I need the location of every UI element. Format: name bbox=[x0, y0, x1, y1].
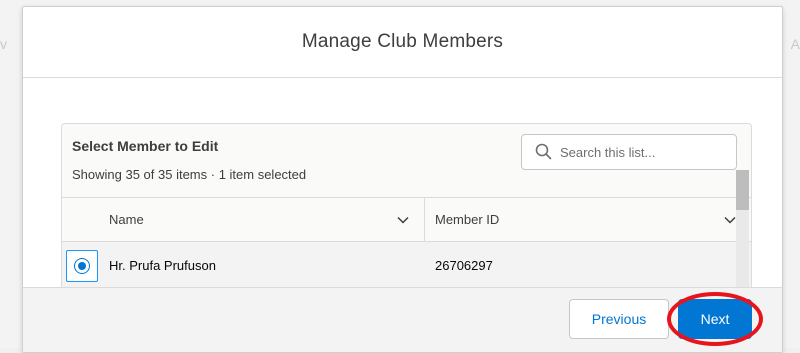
row-select-cell bbox=[62, 242, 100, 288]
members-table: Name Member ID Hr. Prufa Prufuson 267062… bbox=[62, 197, 751, 288]
background-edge-right: A bbox=[790, 36, 800, 52]
column-header-label: Member ID bbox=[435, 212, 500, 227]
column-header-member-id[interactable]: Member ID bbox=[425, 198, 751, 241]
chevron-down-icon[interactable] bbox=[396, 213, 410, 227]
search-icon bbox=[535, 143, 552, 160]
next-button[interactable]: Next bbox=[678, 299, 752, 339]
table-header: Name Member ID bbox=[62, 197, 751, 242]
background-edge-left: v bbox=[0, 36, 7, 52]
member-id-cell: 26706297 bbox=[435, 258, 493, 273]
select-column-header bbox=[62, 198, 100, 241]
modal-title: Manage Club Members bbox=[301, 31, 504, 52]
scrollbar-thumb[interactable] bbox=[736, 170, 749, 210]
search-input[interactable] bbox=[560, 144, 736, 160]
previous-button[interactable]: Previous bbox=[569, 299, 669, 339]
radio-selected-dot bbox=[78, 261, 86, 270]
member-name-cell: Hr. Prufa Prufuson bbox=[109, 258, 216, 273]
member-list-card: Select Member to Edit Showing 35 of 35 i… bbox=[61, 123, 752, 288]
list-status-text: Showing 35 of 35 items · 1 item selected bbox=[72, 167, 307, 182]
row-radio-button[interactable] bbox=[74, 257, 90, 274]
manage-members-modal: Manage Club Members Select Member to Edi… bbox=[22, 6, 783, 353]
row-radio-focus[interactable] bbox=[66, 249, 98, 282]
chevron-down-icon[interactable] bbox=[723, 213, 737, 227]
search-box[interactable] bbox=[521, 134, 737, 170]
table-scrollbar[interactable] bbox=[736, 170, 749, 288]
table-row[interactable]: Hr. Prufa Prufuson 26706297 bbox=[62, 242, 751, 288]
modal-body: Select Member to Edit Showing 35 of 35 i… bbox=[23, 78, 782, 288]
card-title: Select Member to Edit bbox=[72, 138, 219, 154]
modal-footer: Previous Next bbox=[23, 287, 782, 352]
modal-header: Manage Club Members bbox=[23, 7, 782, 78]
column-header-name[interactable]: Name bbox=[100, 198, 425, 241]
column-header-label: Name bbox=[109, 212, 144, 227]
